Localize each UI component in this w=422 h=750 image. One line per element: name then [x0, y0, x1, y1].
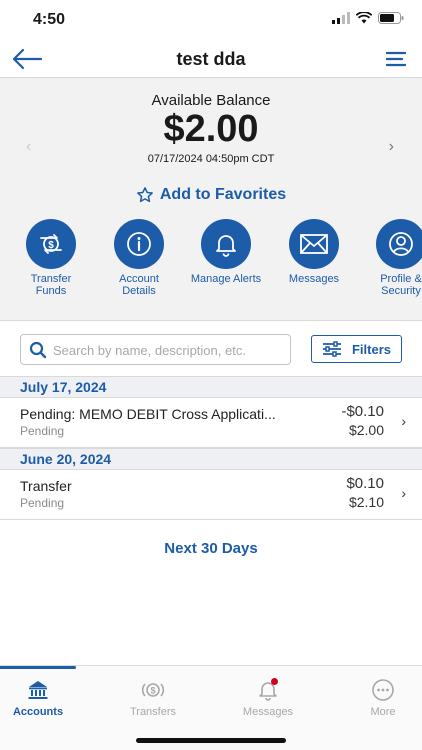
- quick-actions: $ Transfer Funds Account Details Manage …: [0, 219, 422, 299]
- transaction-row[interactable]: Pending: MEMO DEBIT Cross Applicati... P…: [0, 398, 422, 448]
- info-icon: [127, 232, 151, 256]
- action-label: Manage Alerts: [190, 273, 262, 285]
- messages-button[interactable]: Messages: [278, 219, 350, 285]
- tab-messages[interactable]: Messages: [230, 678, 306, 718]
- svg-text:$: $: [150, 686, 155, 696]
- page-title: test dda: [176, 49, 246, 69]
- add-to-favorites-button[interactable]: Add to Favorites: [0, 186, 422, 204]
- chevron-right-icon: ›: [401, 485, 406, 501]
- transaction-amount: -$0.10: [341, 403, 384, 420]
- add-to-favorites-label: Add to Favorites: [159, 186, 287, 203]
- cellular-signal-icon: [332, 12, 350, 24]
- tab-more[interactable]: More: [345, 678, 421, 718]
- transaction-row[interactable]: Transfer Pending $0.10 $2.10 ›: [0, 470, 422, 520]
- action-label: Profile & Security: [380, 273, 422, 297]
- envelope-icon: [300, 234, 328, 254]
- action-label: Messages: [288, 273, 340, 285]
- status-bar: 4:50: [0, 0, 422, 40]
- wifi-icon: [356, 12, 372, 24]
- bell-icon: [216, 235, 236, 257]
- tab-label: More: [370, 706, 396, 718]
- home-indicator: [136, 738, 286, 743]
- more-icon: [372, 679, 394, 701]
- tab-label: Accounts: [12, 706, 64, 718]
- action-label: Transfer Funds: [30, 273, 72, 297]
- filters-label: Filters: [351, 341, 391, 357]
- balance-amount: $2.00: [163, 108, 259, 150]
- search-box[interactable]: [20, 334, 291, 365]
- transaction-balance: $2.00: [348, 422, 384, 438]
- status-icons: [332, 12, 404, 24]
- action-label: Account Details: [119, 273, 159, 297]
- sliders-icon: [322, 341, 341, 357]
- chevron-right-icon[interactable]: ›: [389, 138, 394, 156]
- tab-label: Messages: [242, 706, 294, 718]
- transaction-amount: $0.10: [346, 475, 384, 492]
- transaction-description: Pending: MEMO DEBIT Cross Applicati...: [20, 406, 276, 422]
- filters-button[interactable]: Filters: [311, 335, 402, 363]
- search-icon: [29, 341, 47, 359]
- account-details-button[interactable]: Account Details: [103, 219, 175, 297]
- tab-transfers[interactable]: $ Transfers: [115, 678, 191, 718]
- profile-security-button[interactable]: Profile & Security: [365, 219, 422, 297]
- active-tab-indicator: [0, 666, 76, 669]
- transaction-status: Pending: [20, 424, 65, 438]
- tab-label: Transfers: [129, 706, 177, 718]
- transfer-icon: $: [141, 683, 165, 697]
- balance-date: 07/17/2024 04:50pm CDT: [147, 153, 275, 165]
- tab-accounts[interactable]: Accounts: [0, 678, 76, 718]
- battery-icon: [378, 12, 404, 24]
- date-header: July 17, 2024: [0, 376, 422, 398]
- next-30-days-button[interactable]: Next 30 Days: [0, 540, 422, 557]
- transfer-funds-button[interactable]: $ Transfer Funds: [15, 219, 87, 297]
- date-header: June 20, 2024: [0, 448, 422, 470]
- transaction-description: Transfer: [20, 478, 72, 494]
- status-time: 4:50: [33, 11, 66, 28]
- manage-alerts-button[interactable]: Manage Alerts: [190, 219, 262, 285]
- menu-icon[interactable]: [386, 50, 406, 68]
- nav-bar: test dda: [0, 40, 422, 78]
- bank-icon: [28, 681, 48, 699]
- profile-icon: [389, 232, 413, 256]
- chevron-left-icon[interactable]: ‹: [26, 138, 31, 156]
- transfer-icon: $: [40, 234, 62, 254]
- transaction-balance: $2.10: [348, 494, 384, 510]
- chevron-right-icon: ›: [401, 413, 406, 429]
- transaction-status: Pending: [20, 496, 65, 510]
- star-icon: [137, 187, 153, 203]
- search-input[interactable]: [53, 340, 283, 360]
- balance-label: Available Balance: [151, 92, 271, 109]
- notification-badge: [271, 678, 278, 685]
